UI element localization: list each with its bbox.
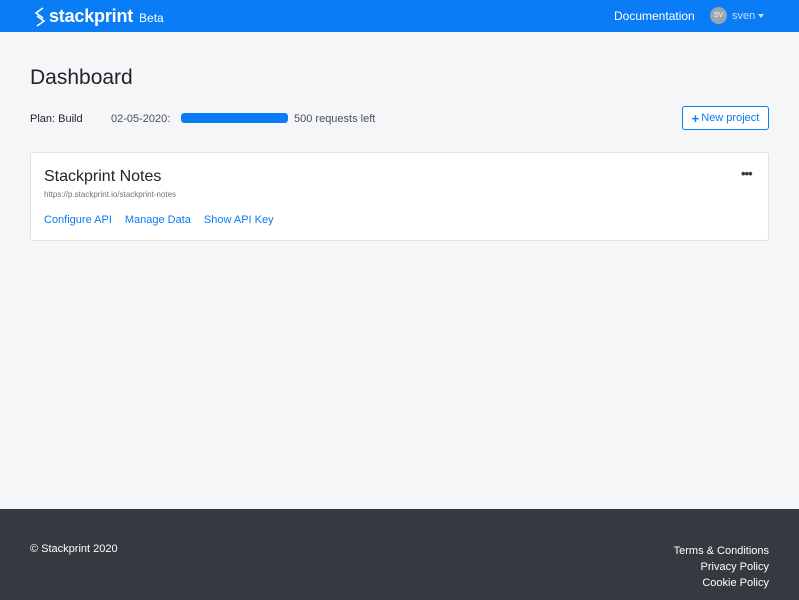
manage-data-link[interactable]: Manage Data [125,214,191,226]
avatar: SV [710,7,727,24]
caret-down-icon [758,13,765,18]
brand[interactable]: stackprint Beta [34,6,164,27]
ellipsis-icon[interactable]: ••• [741,166,753,181]
new-project-label: New project [701,112,760,124]
project-url: https://p.stackprint.io/stackprint-notes [44,190,177,199]
page-title: Dashboard [30,66,133,89]
documentation-link[interactable]: Documentation [614,9,695,23]
show-api-key-link[interactable]: Show API Key [204,214,274,226]
brand-name: stackprint [49,6,134,26]
plus-icon: + [691,110,700,126]
plan-label: Plan: Build [30,113,83,125]
username: sven [732,9,756,22]
usage-date: 02-05-2020: [111,113,171,125]
project-card: Stackprint Notes https://p.stackprint.io… [30,152,769,241]
beta-badge: Beta [139,10,164,25]
stackprint-logo-icon [34,6,46,27]
project-actions: Configure API Manage Data Show API Key [44,214,287,226]
footer-links: Terms & Conditions Privacy Policy Cookie… [674,543,769,591]
footer: © Stackprint 2020 Terms & Conditions Pri… [0,509,799,600]
requests-left: 500 requests left [294,113,376,125]
privacy-link[interactable]: Privacy Policy [674,559,769,575]
project-name: Stackprint Notes [44,168,162,185]
usage-progress-fill [181,113,288,123]
user-menu[interactable]: SV sven [710,7,765,24]
configure-api-link[interactable]: Configure API [44,214,112,226]
top-navbar: stackprint Beta Documentation SV sven [0,0,799,32]
copyright: © Stackprint 2020 [30,543,118,555]
new-project-button[interactable]: + New project [682,106,769,130]
usage-progress-bar [181,113,288,123]
cookie-link[interactable]: Cookie Policy [674,575,769,591]
terms-link[interactable]: Terms & Conditions [674,543,769,559]
